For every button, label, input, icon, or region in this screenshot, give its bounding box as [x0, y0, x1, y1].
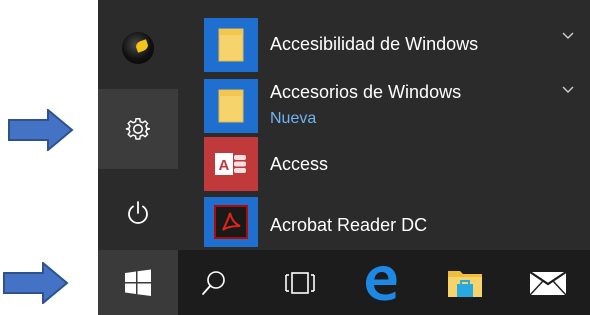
app-label: Access: [270, 154, 329, 174]
app-list-item-accesibilidad[interactable]: Accesibilidad de Windows: [204, 18, 590, 72]
gear-icon: [125, 118, 150, 140]
app-list-item-access[interactable]: A Access: [204, 137, 590, 191]
start-menu-rail: [98, 0, 178, 250]
app-label: Accesorios de Windows: [270, 82, 462, 102]
folder-tile: [204, 79, 258, 133]
app-label: Acrobat Reader DC: [270, 215, 428, 235]
start-menu: Accesibilidad de Windows Accesorios de W…: [98, 0, 590, 250]
settings-button[interactable]: [98, 89, 178, 169]
chevron-down-icon[interactable]: [560, 82, 576, 98]
edge-icon: [366, 265, 397, 300]
taskbar: [98, 250, 590, 315]
user-account-button[interactable]: [98, 20, 178, 76]
pointer-arrow-settings: [8, 109, 74, 151]
task-view-icon: [285, 271, 315, 294]
search-button[interactable]: [184, 250, 244, 315]
app-list-item-accesorios[interactable]: Accesorios de Windows Nueva: [204, 79, 590, 133]
task-view-button[interactable]: [270, 250, 330, 315]
avatar: [122, 32, 154, 64]
app-label: Accesibilidad de Windows: [270, 34, 479, 54]
svg-text:A: A: [219, 157, 230, 174]
chevron-down-icon[interactable]: [560, 28, 576, 44]
folder-icon: [218, 28, 244, 62]
acrobat-tile: [204, 197, 258, 247]
new-badge: Nueva: [270, 110, 317, 127]
access-icon: A: [215, 153, 246, 175]
folder-icon: [218, 89, 244, 123]
screenshot: Accesibilidad de Windows Accesorios de W…: [0, 0, 590, 315]
mail-icon: [529, 270, 567, 295]
windows-logo-icon: [125, 269, 151, 296]
access-tile: A: [204, 137, 258, 191]
app-list-item-acrobat[interactable]: Acrobat Reader DC: [204, 197, 590, 247]
folder-tile: [204, 18, 258, 72]
pointer-arrow-start: [3, 262, 69, 304]
search-icon: [202, 270, 225, 295]
edge-button[interactable]: [351, 250, 411, 315]
power-button[interactable]: [98, 185, 178, 241]
power-icon: [128, 201, 148, 224]
file-explorer-button[interactable]: [435, 250, 495, 315]
start-button[interactable]: [98, 250, 178, 315]
file-explorer-icon: [448, 270, 482, 297]
mail-button[interactable]: [518, 250, 578, 315]
acrobat-icon: [214, 205, 248, 239]
